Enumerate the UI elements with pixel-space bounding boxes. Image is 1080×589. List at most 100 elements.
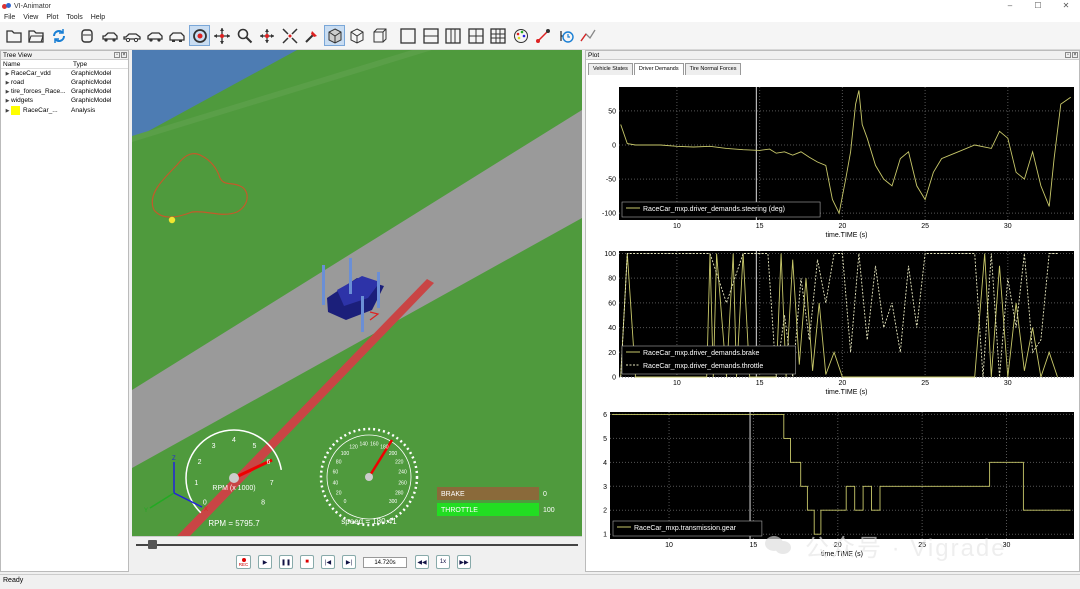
close-panel-button[interactable]: ×: [1072, 52, 1078, 58]
palette-icon[interactable]: [510, 25, 531, 46]
x-tick-label: 15: [750, 542, 758, 549]
menu-help[interactable]: Help: [91, 14, 105, 21]
3d-viewport[interactable]: 012345678 0 20 40 60 80 100 120 140 160 180 200 220…: [132, 50, 582, 536]
pause-button[interactable]: ❚❚: [279, 555, 293, 569]
plot-area: [619, 87, 1074, 220]
rewind-button[interactable]: |◀: [321, 555, 335, 569]
expand-arrow-icon[interactable]: ▶: [4, 71, 11, 77]
tree-row[interactable]: ▶ RaceCar_vdd GraphicModel: [1, 69, 128, 78]
brake-throttle-plot[interactable]: 10 15 20 25 30 100 80 60 40 20 0 RaceCar_mxp.driver…: [588, 245, 1078, 405]
steering-plot[interactable]: 10 15 20 25 30 50 0 -50 -100 RaceCar_mxp.driver_d…: [588, 79, 1078, 245]
y-tick-label: 50: [608, 108, 616, 115]
open-file-icon[interactable]: [3, 25, 24, 46]
tree-col-type[interactable]: Type: [71, 61, 126, 68]
y-tick-label: 0: [612, 375, 616, 382]
play-button[interactable]: ▶: [258, 555, 272, 569]
analysis-color-swatch[interactable]: [11, 106, 20, 115]
minimize-button[interactable]: –: [996, 0, 1024, 12]
stop-button[interactable]: ■: [300, 555, 314, 569]
expand-arrow-icon[interactable]: ▶: [4, 80, 11, 86]
layout-quad-icon[interactable]: [465, 25, 486, 46]
car-side-icon[interactable]: [99, 25, 120, 46]
pan-icon[interactable]: [212, 25, 233, 46]
menu-file[interactable]: File: [4, 14, 15, 21]
x-tick-label: 30: [1004, 223, 1012, 230]
x-tick-label: 30: [1004, 380, 1012, 387]
record-path-icon[interactable]: [533, 25, 554, 46]
layout-single-icon[interactable]: [398, 25, 419, 46]
step-forward-button[interactable]: ▶▶: [457, 555, 471, 569]
menu-tools[interactable]: Tools: [66, 14, 82, 21]
tree-row[interactable]: ▶ RaceCar_... Analysis: [1, 105, 128, 116]
close-button[interactable]: ✕: [1052, 0, 1080, 12]
y-tick-label: 60: [608, 300, 616, 307]
speed-tick-label: 300: [389, 499, 398, 505]
tree-item-type: Analysis: [71, 107, 96, 114]
brake-value: 0: [543, 491, 547, 498]
box-cube-icon[interactable]: [369, 25, 390, 46]
tree-row[interactable]: ▶ widgets GraphicModel: [1, 96, 128, 105]
axis-x-label: X: [204, 507, 208, 513]
close-panel-button[interactable]: ×: [121, 52, 127, 58]
tree-item-name: RaceCar_vdd: [11, 70, 51, 77]
layout-vsplit-icon[interactable]: [443, 25, 464, 46]
zoom-icon[interactable]: [234, 25, 255, 46]
maximize-button[interactable]: ☐: [1024, 0, 1052, 12]
fit-view-icon[interactable]: [257, 25, 278, 46]
tab-driver-demands[interactable]: Driver Demands: [633, 63, 684, 75]
play-icon: ▶: [262, 559, 268, 566]
pause-icon: ❚❚: [280, 559, 292, 566]
tab-tire-normal-forces[interactable]: Tire Normal Forces: [684, 63, 742, 75]
shaded-cube-icon[interactable]: [324, 25, 345, 46]
x-tick-label: 15: [756, 223, 764, 230]
rotate-view-icon[interactable]: [189, 25, 210, 46]
current-time-field[interactable]: 14.720s: [363, 556, 407, 568]
y-tick-label: 6: [603, 412, 607, 419]
car-front-icon[interactable]: [77, 25, 98, 46]
tab-vehicle-states[interactable]: Vehicle States: [588, 63, 633, 75]
tree-row[interactable]: ▶ tire_forces_Race... GraphicModel: [1, 87, 128, 96]
speed-button[interactable]: 1x: [436, 555, 450, 569]
fast-forward-button[interactable]: ▶|: [342, 555, 356, 569]
tree-item-name: RaceCar_...: [23, 107, 58, 115]
expand-arrow-icon[interactable]: ▶: [4, 89, 11, 95]
speed-tick-label: 20: [336, 490, 342, 496]
layout-grid-icon[interactable]: [488, 25, 509, 46]
car-rear-icon[interactable]: [144, 25, 165, 46]
speed-tick-label: 160: [370, 441, 379, 447]
timeline-slider-thumb[interactable]: [147, 540, 157, 549]
pick-icon[interactable]: [302, 25, 323, 46]
record-button[interactable]: REC: [236, 555, 251, 569]
measure-icon[interactable]: [578, 25, 599, 46]
reload-icon[interactable]: [48, 25, 69, 46]
car-side-outline-icon[interactable]: [122, 25, 143, 46]
expand-arrow-icon[interactable]: ▶: [4, 98, 11, 104]
rpm-tick-label: 5: [252, 443, 256, 450]
speed-readout: speed = 180.41: [341, 517, 397, 526]
timer-icon[interactable]: [555, 25, 576, 46]
float-panel-button[interactable]: ▫: [114, 52, 120, 58]
tree-column-header: Name Type: [1, 60, 128, 69]
open-folder-icon[interactable]: [26, 25, 47, 46]
watermark-text: 公众号 · Vigrade: [805, 534, 1007, 562]
expand-icon[interactable]: [279, 25, 300, 46]
record-label: REC: [238, 561, 249, 567]
menu-plot[interactable]: Plot: [46, 14, 58, 21]
x-tick-label: 10: [673, 380, 681, 387]
float-panel-button[interactable]: ▫: [1065, 52, 1071, 58]
layout-hsplit-icon[interactable]: [420, 25, 441, 46]
timeline-slider[interactable]: [136, 544, 578, 546]
skip-back-icon: |◀: [324, 559, 332, 566]
y-tick-label: 5: [603, 436, 607, 443]
tree-row[interactable]: ▶ road GraphicModel: [1, 78, 128, 87]
step-back-button[interactable]: ◀◀: [415, 555, 429, 569]
x-tick-label: 20: [838, 223, 846, 230]
tree-col-name[interactable]: Name: [1, 61, 71, 68]
x-tick-label: 25: [921, 223, 929, 230]
wireframe-cube-icon[interactable]: [347, 25, 368, 46]
plot-panel: Plot ▫ × Vehicle States Driver Demands Ti…: [585, 50, 1080, 572]
car-iso-icon[interactable]: [167, 25, 188, 46]
menu-view[interactable]: View: [23, 14, 38, 21]
expand-arrow-icon[interactable]: ▶: [4, 108, 11, 114]
skip-forward-icon: ▶|: [345, 559, 353, 566]
